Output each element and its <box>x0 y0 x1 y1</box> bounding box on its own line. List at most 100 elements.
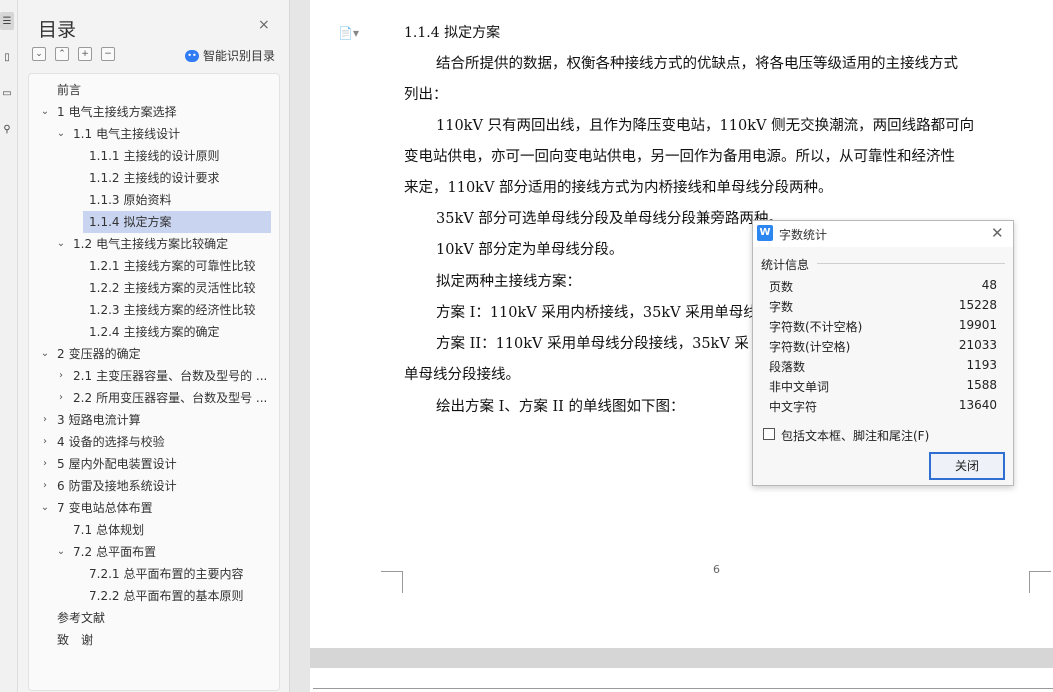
toc-item-label: 拟定方案 <box>123 215 172 229</box>
toc-item-number: 2.2 <box>73 391 93 405</box>
toc-item-label: 短路电流计算 <box>68 413 141 427</box>
chevron-down-icon[interactable]: ⌄ <box>39 343 51 365</box>
smart-toc-label: 智能识别目录 <box>203 49 276 63</box>
toc-item[interactable]: 2.1 主变压器容量、台数及型号的 ... <box>73 365 267 387</box>
dialog-title: 字数统计 <box>779 228 828 242</box>
toc-item-label: 原始资料 <box>123 193 172 207</box>
collapse-all-button[interactable]: ⌄ <box>32 47 46 61</box>
toc-item[interactable]: 7.2 总平面布置 <box>73 541 156 563</box>
chevron-down-icon[interactable]: ⌄ <box>39 101 51 123</box>
next-page-edge <box>313 688 1053 689</box>
toc-item[interactable]: 3 短路电流计算 <box>57 409 141 431</box>
crop-mark-left <box>381 571 403 593</box>
word-count-dialog: W 字数统计 ✕ 统计信息 页数 48 字数 15228 字符数(不计空格) 19901 字… <box>752 220 1014 486</box>
toc-item-label: 主接线方案的确定 <box>123 325 220 339</box>
toc-item[interactable]: 7.2.2 总平面布置的基本原则 <box>89 585 244 607</box>
chevron-right-icon[interactable]: › <box>39 453 51 475</box>
toc-item[interactable]: 致 谢 <box>57 629 93 651</box>
toc-item-number: 2.1 <box>73 369 93 383</box>
chevron-down-icon[interactable]: ⌄ <box>55 233 67 255</box>
toc-item-label: 参考文献 <box>57 611 106 625</box>
toc-item[interactable]: 2 变压器的确定 <box>57 343 141 365</box>
toc-item[interactable]: 1 电气主接线方案选择 <box>57 101 177 123</box>
toc-item[interactable]: 7 变电站总体布置 <box>57 497 153 519</box>
toc-item[interactable]: 1.1 电气主接线设计 <box>73 123 180 145</box>
toc-item-label: 总平面布置 <box>96 545 157 559</box>
chevron-right-icon[interactable]: › <box>55 387 67 409</box>
toc-item[interactable]: 前言 <box>57 79 81 101</box>
toc-item-number: 7.1 <box>73 523 93 537</box>
toc-item-number: 1.1.1 <box>89 149 120 163</box>
toc-title: 目录 <box>38 19 77 41</box>
toc-item-label: 主接线方案的经济性比较 <box>123 303 256 317</box>
body-line: 方案 II：110kV 采用单母线分段接线，35kV 采 <box>436 336 749 352</box>
paragraph-menu-icon[interactable]: 📄▾ <box>338 26 359 40</box>
include-textbox-checkbox[interactable] <box>763 428 775 440</box>
page-icon[interactable]: ▭ <box>0 84 14 102</box>
close-icon[interactable]: × <box>258 18 270 32</box>
crop-mark-right <box>1029 571 1051 593</box>
toc-item-label: 主接线的设计要求 <box>123 171 220 185</box>
chevron-right-icon[interactable]: › <box>39 431 51 453</box>
dialog-title-bar[interactable]: W 字数统计 ✕ <box>753 221 1013 247</box>
stat-value: 15228 <box>958 298 997 312</box>
toc-item-label: 主接线的设计原则 <box>123 149 220 163</box>
body-line: 单母线分段接线。 <box>404 367 520 383</box>
body-line: 绘出方案 I、方案 II 的单线图如下图： <box>436 399 685 415</box>
stat-label: 字数 <box>769 300 794 314</box>
toc-item[interactable]: 1.2.4 主接线方案的确定 <box>89 321 220 343</box>
include-textbox-label[interactable]: 包括文本框、脚注和尾注(F) <box>781 427 929 444</box>
stat-label: 字符数(不计空格) <box>769 320 863 334</box>
add-heading-button[interactable]: + <box>78 47 92 61</box>
toc-item[interactable]: 7.1 总体规划 <box>73 519 144 541</box>
bookmark-icon[interactable]: ▯ <box>0 48 14 66</box>
stats-section-label: 统计信息 <box>761 258 810 272</box>
toc-item[interactable]: 4 设备的选择与校验 <box>57 431 165 453</box>
toc-item[interactable]: 1.2 电气主接线方案比较确定 <box>73 233 228 255</box>
toc-item[interactable]: 1.2.3 主接线方案的经济性比较 <box>89 299 256 321</box>
smart-toc-button[interactable]: •• 智能识别目录 <box>185 47 275 64</box>
remove-heading-button[interactable]: − <box>101 47 115 61</box>
toc-item-label: 致 谢 <box>57 633 94 647</box>
toc-panel: 目录 × ⌄ ⌃ + − •• 智能识别目录 前言 ⌄ 1 电气主接线方案选择 ⌄ 1.1… <box>18 0 290 692</box>
body-line: 来定，110kV 部分适用的接线方式为内桥接线和单母线分段两种。 <box>404 180 833 196</box>
stat-label: 段落数 <box>769 360 806 374</box>
close-icon[interactable]: ✕ <box>991 224 1004 242</box>
toc-item-label: 防雷及接地系统设计 <box>68 479 177 493</box>
toc-item-label: 变电站总体布置 <box>68 501 153 515</box>
toc-item-number: 1.2.3 <box>89 303 120 317</box>
toc-item[interactable]: 1.2.1 主接线方案的可靠性比较 <box>89 255 256 277</box>
chevron-down-icon[interactable]: ⌄ <box>39 497 51 519</box>
toc-item-number: 1 <box>57 105 65 119</box>
toc-item-number: 1.1 <box>73 127 93 141</box>
toc-item-number: 7 <box>57 501 65 515</box>
toc-item-label: 主接线方案的可靠性比较 <box>123 259 256 273</box>
toc-item[interactable]: 1.1.4 拟定方案 <box>83 211 271 233</box>
toc-item-label: 电气主接线设计 <box>96 127 181 141</box>
body-line: 35kV 部分可选单母线分段及单母线分段兼旁路两种。 <box>436 211 783 227</box>
stat-value: 19901 <box>958 318 997 332</box>
toc-item[interactable]: 1.1.2 主接线的设计要求 <box>89 167 220 189</box>
expand-all-button[interactable]: ⌃ <box>55 47 69 61</box>
toc-item[interactable]: 2.2 所用变压器容量、台数及型号 ... <box>73 387 267 409</box>
list-icon[interactable]: ☰ <box>0 12 14 30</box>
search-icon[interactable]: ⚲ <box>0 120 14 138</box>
toc-item-label: 变压器的确定 <box>68 347 141 361</box>
stat-value: 1193 <box>966 358 997 372</box>
toc-item[interactable]: 参考文献 <box>57 607 105 629</box>
chevron-down-icon[interactable]: ⌄ <box>55 541 67 563</box>
close-button[interactable]: 关闭 <box>929 452 1005 480</box>
toc-item-number: 7.2 <box>73 545 93 559</box>
chevron-right-icon[interactable]: › <box>39 409 51 431</box>
chevron-right-icon[interactable]: › <box>39 475 51 497</box>
chevron-right-icon[interactable]: › <box>55 365 67 387</box>
toc-item[interactable]: 5 屋内外配电装置设计 <box>57 453 177 475</box>
chevron-down-icon[interactable]: ⌄ <box>55 123 67 145</box>
toc-item-number: 1.2.1 <box>89 259 120 273</box>
toc-item[interactable]: 1.1.3 原始资料 <box>89 189 172 211</box>
toc-item[interactable]: 7.2.1 总平面布置的主要内容 <box>89 563 244 585</box>
toc-item[interactable]: 1.2.2 主接线方案的灵活性比较 <box>89 277 256 299</box>
toc-item[interactable]: 6 防雷及接地系统设计 <box>57 475 177 497</box>
divider <box>817 263 1005 264</box>
toc-item[interactable]: 1.1.1 主接线的设计原则 <box>89 145 220 167</box>
